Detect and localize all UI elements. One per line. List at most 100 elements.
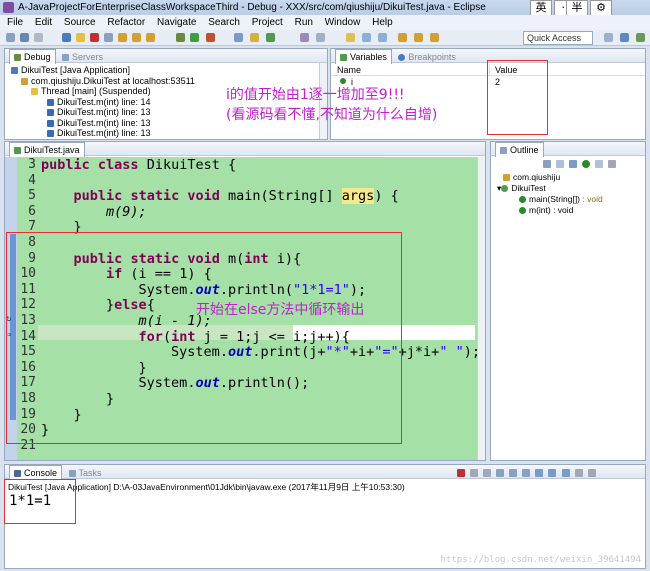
terminate-icon[interactable] (90, 33, 99, 42)
menu-search[interactable]: Search (208, 17, 240, 28)
word-wrap-icon[interactable] (522, 469, 531, 477)
resume-icon[interactable] (76, 33, 85, 42)
line-number: 5 (28, 188, 36, 204)
menu-navigate[interactable]: Navigate (157, 17, 196, 28)
scroll-lock-icon[interactable] (509, 469, 518, 477)
annotation-code-note: 开始在else方法中循环输出 (196, 302, 365, 318)
server-icon (62, 54, 70, 61)
ime-english-button[interactable]: 英 (530, 0, 552, 16)
ime-settings-icon[interactable]: ⚙ (590, 0, 612, 16)
sort-icon[interactable] (543, 160, 551, 168)
remove-all-icon[interactable] (483, 469, 492, 477)
tab-tasks[interactable]: Tasks (65, 466, 106, 480)
outline-class[interactable]: ▾ DikuiTest (497, 183, 603, 194)
hide-fields-icon[interactable] (556, 160, 565, 168)
print-icon[interactable] (34, 33, 43, 42)
external-tools-icon[interactable] (206, 33, 215, 42)
disconnect-icon[interactable] (104, 33, 113, 42)
view-menu-icon[interactable] (608, 160, 617, 168)
menu-project[interactable]: Project (252, 17, 283, 28)
annotation-prev-icon[interactable] (378, 33, 387, 42)
skip-breakpoints-icon[interactable] (62, 33, 71, 42)
step-return-icon[interactable] (146, 33, 155, 42)
class-icon (501, 185, 509, 192)
terminate-icon[interactable] (457, 469, 465, 477)
menu-source[interactable]: Source (64, 17, 96, 28)
quick-access-input[interactable]: Quick Access (523, 31, 593, 45)
new-class-icon[interactable] (266, 33, 275, 42)
minimize-icon[interactable] (574, 469, 583, 477)
menu-window[interactable]: Window (325, 17, 361, 28)
java-perspective-icon[interactable] (620, 33, 629, 42)
code-line-6: m(9); (106, 203, 147, 220)
menu-bar: File Edit Source Refactor Navigate Searc… (0, 15, 650, 30)
new-icon[interactable] (6, 33, 15, 42)
tree-launch[interactable]: DikuiTest [Java Application] (11, 65, 327, 76)
search-icon[interactable] (316, 33, 325, 42)
menu-file[interactable]: File (7, 17, 23, 28)
save-icon[interactable] (20, 33, 29, 42)
outline-method-main[interactable]: main(String[]) : void (497, 194, 603, 205)
public-method-icon (519, 207, 526, 214)
tasks-icon (68, 470, 76, 477)
outline-tree: com.qiushiju ▾ DikuiTest main(String[]) :… (497, 172, 603, 216)
variables-icon (340, 54, 347, 61)
forward-icon[interactable] (430, 33, 439, 42)
open-console-icon[interactable] (561, 469, 570, 477)
package-icon (503, 174, 510, 181)
clear-console-icon[interactable] (496, 469, 505, 477)
tab-breakpoints[interactable]: Breakpoints (394, 50, 460, 64)
outline-package[interactable]: com.qiushiju (497, 172, 603, 183)
tab-outline[interactable]: Outline (495, 142, 544, 157)
code-line-3: public class DikuiTest { (41, 157, 237, 173)
public-method-icon (519, 196, 526, 203)
java-file-icon (14, 147, 21, 154)
annotation-next-icon[interactable] (362, 33, 371, 42)
ime-halfwidth-button[interactable]: 半 (566, 0, 588, 16)
hide-nonpublic-icon[interactable] (582, 160, 591, 168)
open-perspective-icon[interactable] (604, 33, 613, 42)
menu-edit[interactable]: Edit (35, 17, 52, 28)
outline-icon (500, 147, 507, 154)
bug-icon (14, 54, 21, 61)
annotation-top-line1: i的值开始由1逐一增加至9!!! (226, 87, 405, 103)
back-icon[interactable] (414, 33, 423, 42)
editor-scrollbar[interactable] (477, 157, 485, 460)
hide-static-icon[interactable] (569, 160, 578, 168)
step-over-icon[interactable] (132, 33, 141, 42)
stack-frame-icon (47, 98, 54, 106)
code-line-5: public static void main(String[] args) { (73, 188, 399, 205)
watermark: https://blog.csdn.net/weixin_39641494 (440, 555, 641, 565)
tab-console[interactable]: Console (9, 465, 63, 480)
outline-method-m[interactable]: m(int) : void (497, 205, 603, 216)
tab-debug[interactable]: Debug (9, 49, 56, 64)
debug-view-tabs: Debug Servers (5, 49, 327, 64)
step-into-icon[interactable] (118, 33, 127, 42)
console-icon (14, 470, 21, 477)
display-console-icon[interactable] (548, 469, 557, 477)
outline-view: Outline com.qiushiju ▾ DikuiTest main(Str… (490, 141, 646, 461)
java-app-icon (11, 67, 18, 74)
hide-local-types-icon[interactable] (595, 160, 604, 168)
new-java-project-icon[interactable] (234, 33, 243, 42)
maximize-icon[interactable] (587, 469, 596, 477)
run-icon[interactable] (190, 33, 199, 42)
window-title: A-JavaProjectForEnterpriseClassWorkspace… (18, 2, 486, 13)
stack-frame[interactable]: DikuiTest.m(int) line: 13 (11, 128, 327, 139)
menu-refactor[interactable]: Refactor (107, 17, 145, 28)
tab-dikuitest-java[interactable]: DikuiTest.java (9, 142, 85, 157)
menu-run[interactable]: Run (295, 17, 313, 28)
open-type-icon[interactable] (300, 33, 309, 42)
tab-servers[interactable]: Servers (58, 50, 107, 64)
menu-help[interactable]: Help (372, 17, 393, 28)
debug-perspective-icon[interactable] (636, 33, 645, 42)
tab-variables[interactable]: Variables (335, 49, 392, 64)
toggle-mark-icon[interactable] (346, 33, 355, 42)
debug-icon[interactable] (176, 33, 185, 42)
last-edit-icon[interactable] (398, 33, 407, 42)
remove-launch-icon[interactable] (470, 469, 479, 477)
vm-icon (21, 77, 28, 85)
new-package-icon[interactable] (250, 33, 259, 42)
column-name[interactable]: Name (337, 64, 361, 76)
pin-console-icon[interactable] (535, 469, 544, 477)
